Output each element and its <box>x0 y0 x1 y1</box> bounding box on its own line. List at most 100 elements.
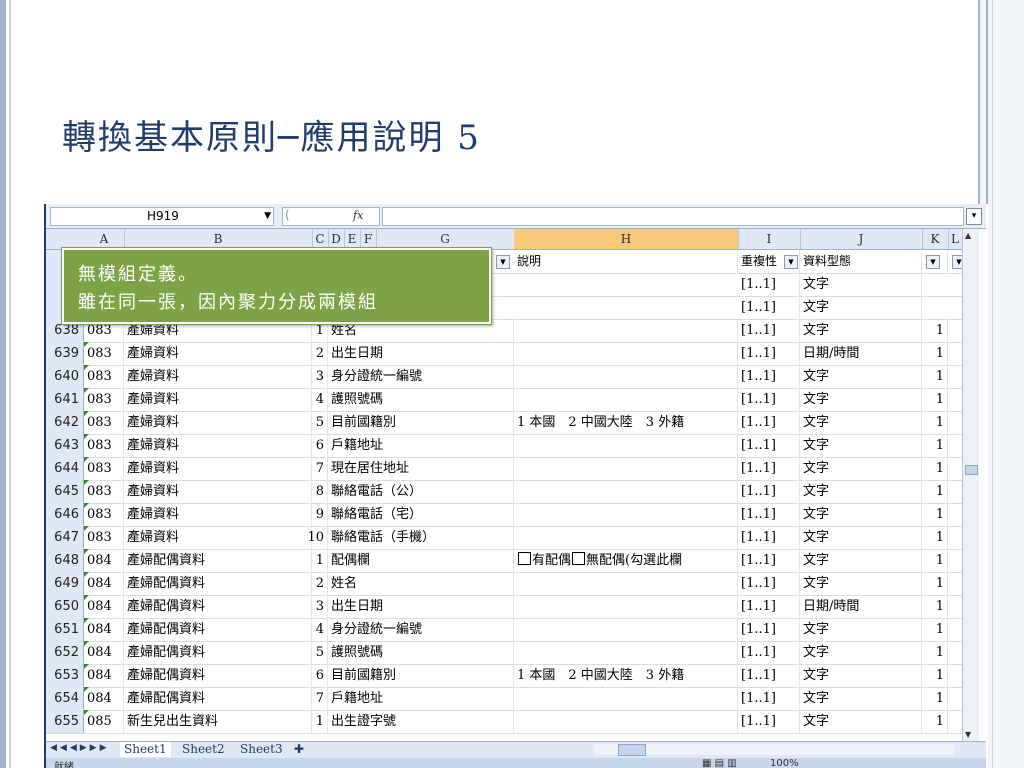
cell-description[interactable] <box>514 319 738 342</box>
column-header-i[interactable]: I <box>738 229 801 249</box>
cell-module-code[interactable]: 083 <box>84 434 124 457</box>
cell-field-name[interactable]: 身分證統一編號 <box>328 365 514 388</box>
cell-datatype[interactable]: 文字 <box>800 641 922 664</box>
cell-module-code[interactable]: 084 <box>84 664 124 687</box>
cell-description[interactable]: 1 本國 2 中國大陸 3 外籍 <box>514 411 738 434</box>
row-number[interactable]: 647 <box>46 526 84 549</box>
cell-datatype[interactable]: 文字 <box>800 319 922 342</box>
cell-field-name[interactable]: 聯絡電話（公） <box>328 480 514 503</box>
row-number[interactable]: 653 <box>46 664 84 687</box>
cell-length[interactable]: 1 <box>922 572 948 595</box>
row-number[interactable]: 648 <box>46 549 84 572</box>
header-cell-description[interactable]: 說明 <box>514 250 738 273</box>
cell-datatype[interactable]: 文字 <box>800 388 922 411</box>
cell-description[interactable] <box>514 434 738 457</box>
cell-seq[interactable]: 5 <box>280 411 328 434</box>
cell-repeat[interactable]: [1..1] <box>738 342 800 365</box>
column-header-k[interactable]: K <box>922 229 949 249</box>
cell-seq[interactable]: 2 <box>280 342 328 365</box>
row-number[interactable]: 654 <box>46 687 84 710</box>
cell-description[interactable] <box>514 457 738 480</box>
cell-description[interactable] <box>514 480 738 503</box>
filter-dropdown-icon[interactable]: ▼ <box>784 255 798 269</box>
cell-field-name[interactable]: 配偶欄 <box>328 549 514 572</box>
cell-seq[interactable]: 1 <box>280 710 328 733</box>
filter-dropdown-icon[interactable]: ▼ <box>926 255 940 269</box>
view-buttons-icon[interactable]: ▦ ▤ ▥ <box>702 758 737 768</box>
column-header-a[interactable]: A <box>84 229 125 249</box>
column-header-b[interactable]: B <box>124 229 313 249</box>
row-number[interactable]: 639 <box>46 342 84 365</box>
cell-datatype[interactable]: 文字 <box>800 618 922 641</box>
cell-field-name[interactable]: 身分證統一編號 <box>328 618 514 641</box>
cell-module-code[interactable]: 084 <box>84 687 124 710</box>
cell-length[interactable]: 1 <box>922 319 948 342</box>
column-header-d[interactable]: D <box>328 229 345 249</box>
cell-repeat[interactable]: [1..1] <box>738 296 800 319</box>
row-number[interactable]: 640 <box>46 365 84 388</box>
cell-field-name[interactable]: 現在居住地址 <box>328 457 514 480</box>
cell-datatype[interactable]: 文字 <box>800 457 922 480</box>
cell-module-code[interactable]: 083 <box>84 526 124 549</box>
column-header-c[interactable]: C <box>312 229 329 249</box>
cell-datatype[interactable]: 文字 <box>800 526 922 549</box>
tab-sheet1[interactable]: Sheet1 <box>120 742 171 757</box>
column-header-l[interactable]: L <box>948 229 963 249</box>
cell-description[interactable]: 有配偶 無配偶(勾選此欄 <box>514 549 738 572</box>
cell-datatype[interactable]: 文字 <box>800 434 922 457</box>
h-scroll-thumb[interactable] <box>618 744 646 756</box>
cell-description[interactable] <box>514 710 738 733</box>
cell-seq[interactable]: 2 <box>280 572 328 595</box>
cell-length[interactable]: 1 <box>922 434 948 457</box>
cell-length[interactable]: 1 <box>922 526 948 549</box>
cell-field-name[interactable]: 護照號碼 <box>328 641 514 664</box>
header-cell-datatype[interactable]: 資料型態 <box>800 250 922 273</box>
cell-field-name[interactable]: 戶籍地址 <box>328 687 514 710</box>
cell-datatype[interactable]: 文字 <box>800 572 922 595</box>
cell-length[interactable]: 1 <box>922 595 948 618</box>
cell-length[interactable]: 1 <box>922 710 948 733</box>
cell-field-name[interactable]: 出生日期 <box>328 342 514 365</box>
column-header-h[interactable]: H <box>514 229 739 249</box>
cell-description[interactable] <box>514 641 738 664</box>
cell-module-code[interactable]: 083 <box>84 388 124 411</box>
cell-length[interactable]: 1 <box>922 503 948 526</box>
cell-repeat[interactable]: [1..1] <box>738 273 800 296</box>
sheet-nav-arrows-icon[interactable]: ◀◀◀▶▶▶ <box>50 743 110 753</box>
row-number[interactable]: 649 <box>46 572 84 595</box>
cell-length[interactable]: 1 <box>922 618 948 641</box>
cell-module-code[interactable]: 084 <box>84 572 124 595</box>
cell-length[interactable]: 1 <box>922 641 948 664</box>
vertical-scrollbar[interactable]: ▲ ▼ <box>962 229 979 741</box>
row-number[interactable]: 644 <box>46 457 84 480</box>
cell-module-code[interactable]: 083 <box>84 365 124 388</box>
cell-field-name[interactable]: 聯絡電話（宅） <box>328 503 514 526</box>
cell-datatype[interactable]: 文字 <box>800 273 922 296</box>
cell-seq[interactable]: 7 <box>280 687 328 710</box>
cell-field-name[interactable]: 姓名 <box>328 572 514 595</box>
chevron-down-icon[interactable]: ▼ <box>264 208 271 225</box>
cell-datatype[interactable]: 文字 <box>800 411 922 434</box>
cell-description[interactable] <box>514 388 738 411</box>
cell-module-code[interactable]: 083 <box>84 503 124 526</box>
cell-module-code[interactable]: 084 <box>84 618 124 641</box>
cell-field-name[interactable]: 目前國籍別 <box>328 664 514 687</box>
insert-function-button[interactable]: ( fx <box>282 207 380 226</box>
cell-seq[interactable]: 8 <box>280 480 328 503</box>
cell-repeat[interactable]: [1..1] <box>738 319 800 342</box>
cell-repeat[interactable]: [1..1] <box>738 549 800 572</box>
cell-module-code[interactable]: 083 <box>84 457 124 480</box>
cell-length[interactable]: 1 <box>922 365 948 388</box>
cell-repeat[interactable]: [1..1] <box>738 664 800 687</box>
cell-repeat[interactable]: [1..1] <box>738 710 800 733</box>
cell-length[interactable]: 1 <box>922 342 948 365</box>
cell-datatype[interactable]: 日期/時間 <box>800 595 922 618</box>
row-number[interactable]: 651 <box>46 618 84 641</box>
cell-module-code[interactable]: 083 <box>84 480 124 503</box>
row-number[interactable]: 641 <box>46 388 84 411</box>
scroll-up-icon[interactable]: ▲ <box>965 231 971 240</box>
formula-input[interactable] <box>382 207 964 226</box>
cell-description[interactable] <box>514 365 738 388</box>
column-header-j[interactable]: J <box>800 229 923 249</box>
cell-repeat[interactable]: [1..1] <box>738 480 800 503</box>
